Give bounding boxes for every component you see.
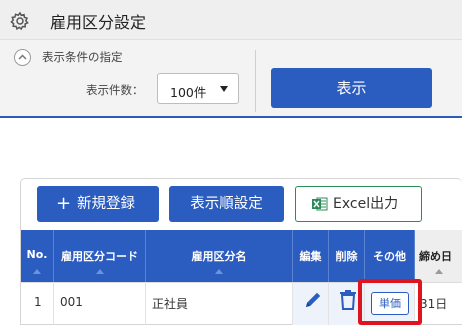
column-header-label: 締め日 xyxy=(419,250,452,263)
row-name: 正社員 xyxy=(152,297,189,311)
new-register-label: 新規登録 xyxy=(77,196,135,212)
display-count-value: 100件 xyxy=(170,85,207,100)
excel-icon xyxy=(312,197,328,211)
column-header-label: その他 xyxy=(373,250,406,263)
plus-icon: + xyxy=(56,193,72,214)
sort-icon xyxy=(95,269,104,274)
column-header-label: 編集 xyxy=(299,250,322,263)
column-header-label: No. xyxy=(26,248,48,261)
gear-icon xyxy=(10,11,29,31)
table-row-cell-name: 正社員 xyxy=(146,282,293,325)
table-row-cell-code: 001 xyxy=(54,282,146,325)
display-order-button[interactable]: 表示順設定 xyxy=(169,186,284,222)
row-closing-day: 31日 xyxy=(420,297,448,311)
row-no: 1 xyxy=(34,295,42,309)
pencil-icon[interactable] xyxy=(302,289,324,311)
caret-down-icon xyxy=(220,86,228,92)
row-code: 001 xyxy=(60,295,83,309)
sort-icon xyxy=(33,269,41,274)
divider xyxy=(255,50,256,112)
column-header-name[interactable]: 雇用区分名 xyxy=(146,230,293,282)
table-row-cell-closing-day: 31日 xyxy=(415,282,462,325)
column-header-label: 雇用区分名 xyxy=(191,250,247,263)
column-header-closing-day[interactable]: 締め日 xyxy=(415,230,462,282)
excel-export-label: Excel出力 xyxy=(333,196,399,212)
column-header-edit: 編集 xyxy=(293,230,329,282)
column-header-no[interactable]: No. xyxy=(21,230,54,282)
column-header-delete: 削除 xyxy=(329,230,365,282)
display-count-select[interactable]: 100件 xyxy=(157,73,239,104)
column-header-code[interactable]: 雇用区分コード xyxy=(54,230,146,282)
sort-icon xyxy=(215,269,223,274)
table-row-cell-no: 1 xyxy=(21,282,54,325)
collapse-toggle[interactable] xyxy=(14,49,31,66)
show-button[interactable]: 表示 xyxy=(271,68,432,108)
excel-export-button[interactable]: Excel出力 xyxy=(295,186,422,222)
condition-section-label: 表示条件の指定 xyxy=(42,50,123,64)
page-title: 雇用区分設定 xyxy=(50,13,147,32)
chevron-up-icon xyxy=(18,54,27,60)
column-header-other: その他 xyxy=(365,230,415,282)
display-count-label: 表示件数： xyxy=(86,83,144,97)
column-header-label: 雇用区分コード xyxy=(61,250,138,263)
new-register-button[interactable]: + 新規登録 xyxy=(37,186,159,222)
trash-icon[interactable] xyxy=(338,289,358,311)
condition-panel: 表示条件の指定 表示件数： 100件 表示 xyxy=(0,40,462,118)
highlight-box xyxy=(358,279,422,325)
column-header-label: 削除 xyxy=(335,250,358,263)
title-bar: 雇用区分設定 xyxy=(0,0,462,40)
sort-icon xyxy=(434,269,443,274)
